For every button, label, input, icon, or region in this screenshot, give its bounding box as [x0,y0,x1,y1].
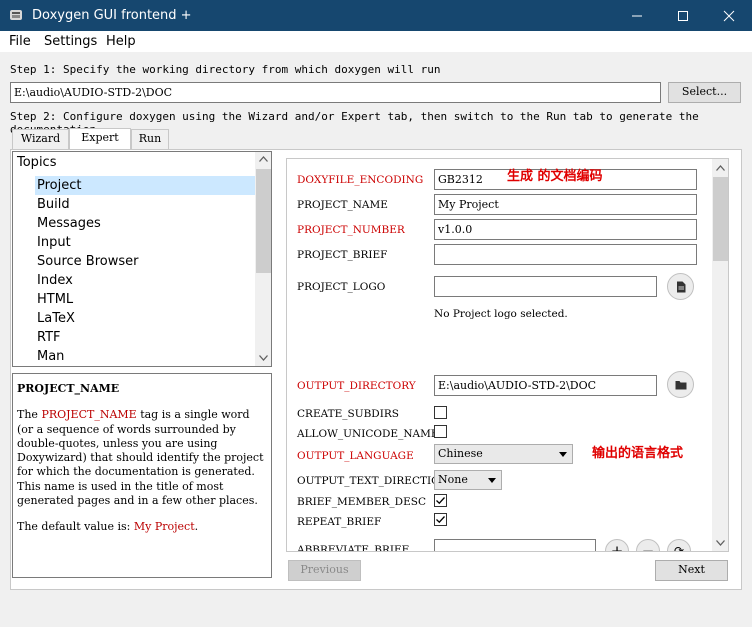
repeat-brief-checkbox[interactable] [434,513,447,526]
menu-help[interactable]: Help [106,34,136,49]
settings-panel: DOXYFILE_ENCODING GB2312 PROJECT_NAME My… [286,158,729,552]
help-default-label: The default value is: [17,520,134,534]
menu-bar: File Settings Help [0,31,752,52]
remove-item-button[interactable]: − [636,539,660,552]
topics-scrollbar[interactable] [255,152,271,366]
window-title: Doxygen GUI frontend + [32,8,192,23]
close-button[interactable] [706,0,752,31]
reset-list-button[interactable]: ⟳ [667,539,691,552]
tab-wizard[interactable]: Wizard [12,129,69,149]
settings-scroll-thumb[interactable] [713,177,728,261]
output-text-direction-select[interactable]: None [434,470,502,490]
output-directory-label: OUTPUT_DIRECTORY [297,380,416,392]
topic-item-messages[interactable]: Messages [35,214,255,233]
file-icon [676,281,685,292]
topic-item-input[interactable]: Input [35,233,255,252]
title-bar: Doxygen GUI frontend + [0,0,752,31]
browse-folder-button[interactable] [667,371,694,398]
topic-item-build[interactable]: Build [35,195,255,214]
brief-member-desc-label: BRIEF_MEMBER_DESC [297,496,426,508]
repeat-brief-label: REPEAT_BRIEF [297,516,382,528]
create-subdirs-checkbox[interactable] [434,406,447,419]
project-number-input[interactable]: v1.0.0 [434,219,697,240]
create-subdirs-label: CREATE_SUBDIRS [297,408,399,420]
project-logo-input[interactable] [434,276,657,297]
scroll-up-icon[interactable] [716,165,725,171]
folder-icon [675,380,686,389]
menu-settings[interactable]: Settings [44,34,97,49]
output-text-direction-label: OUTPUT_TEXT_DIRECTION [297,475,449,487]
maximize-icon [678,10,688,21]
topic-item-rtf[interactable]: RTF [35,328,255,347]
output-text-direction-value: None [438,473,468,486]
maximize-button[interactable] [660,0,706,31]
topic-item-latex[interactable]: LaTeX [35,309,255,328]
scroll-down-icon[interactable] [716,540,725,546]
project-brief-input[interactable] [434,244,697,265]
help-text-body: tag is a single word (or a sequence of w… [17,408,264,508]
topic-item-html[interactable]: HTML [35,290,255,309]
previous-button[interactable]: Previous [288,560,361,581]
checkmark-icon [436,516,445,524]
add-item-button[interactable]: + [605,539,629,552]
scroll-up-icon[interactable] [259,156,268,162]
project-name-input[interactable]: My Project [434,194,697,215]
topic-item-index[interactable]: Index [35,271,255,290]
working-directory-input[interactable]: E:\audio\AUDIO-STD-2\DOC [10,82,661,103]
allow-unicode-names-checkbox[interactable] [434,425,447,438]
scroll-down-icon[interactable] [259,355,268,361]
topic-item-man[interactable]: Man [35,347,255,366]
output-language-value: Chinese [438,447,483,460]
tab-run[interactable]: Run [131,129,169,149]
project-logo-label: PROJECT_LOGO [297,281,386,293]
refresh-icon: ⟳ [673,544,685,552]
browse-file-button[interactable] [667,273,694,300]
brief-member-desc-checkbox[interactable] [434,494,447,507]
tab-expert[interactable]: Expert [69,128,131,150]
topics-list[interactable]: Topics Project Build Messages Input Sour… [12,151,272,367]
doxygen-app-icon [10,10,22,20]
settings-scrollbar[interactable] [712,159,728,551]
abbreviate-brief-input[interactable] [434,539,596,551]
help-text-before: The [17,408,42,422]
project-name-label: PROJECT_NAME [297,199,388,211]
topics-heading: Topics [17,155,57,170]
project-logo-note: No Project logo selected. [434,308,568,320]
chevron-down-icon [559,452,567,457]
chevron-down-icon [488,478,496,483]
output-language-label: OUTPUT_LANGUAGE [297,450,414,462]
plus-icon: + [610,542,624,552]
help-default-end: . [194,520,199,534]
menu-file[interactable]: File [9,34,31,49]
topic-item-project[interactable]: Project [35,176,255,195]
encoding-annotation: 生成 的文档编码 [507,169,603,184]
project-number-label: PROJECT_NUMBER [297,224,405,236]
help-tag-name: PROJECT_NAME [41,408,137,422]
help-panel: PROJECT_NAME The PROJECT_NAME tag is a s… [12,373,272,578]
checkmark-icon [436,497,445,505]
close-icon [723,10,735,21]
project-brief-label: PROJECT_BRIEF [297,249,388,261]
allow-unicode-names-label: ALLOW_UNICODE_NAMES [297,428,446,440]
doxyfile-encoding-label: DOXYFILE_ENCODING [297,174,424,186]
help-default-value: My Project [133,520,195,534]
topics-scroll-thumb[interactable] [256,169,271,273]
topic-item-source-browser[interactable]: Source Browser [35,252,255,271]
output-language-select[interactable]: Chinese [434,444,573,464]
minus-icon: − [641,542,655,552]
minimize-button[interactable] [614,0,660,31]
help-title: PROJECT_NAME [17,382,120,395]
step1-label: Step 1: Specify the working directory fr… [10,63,441,76]
abbreviate-brief-label: ABBREVIATE_BRIEF [297,544,409,552]
output-directory-input[interactable]: E:\audio\AUDIO-STD-2\DOC [434,375,657,396]
minimize-icon [632,15,642,16]
next-button[interactable]: Next [655,560,728,581]
language-annotation: 输出的语言格式 [592,446,684,461]
select-directory-button[interactable]: Select... [668,82,741,103]
